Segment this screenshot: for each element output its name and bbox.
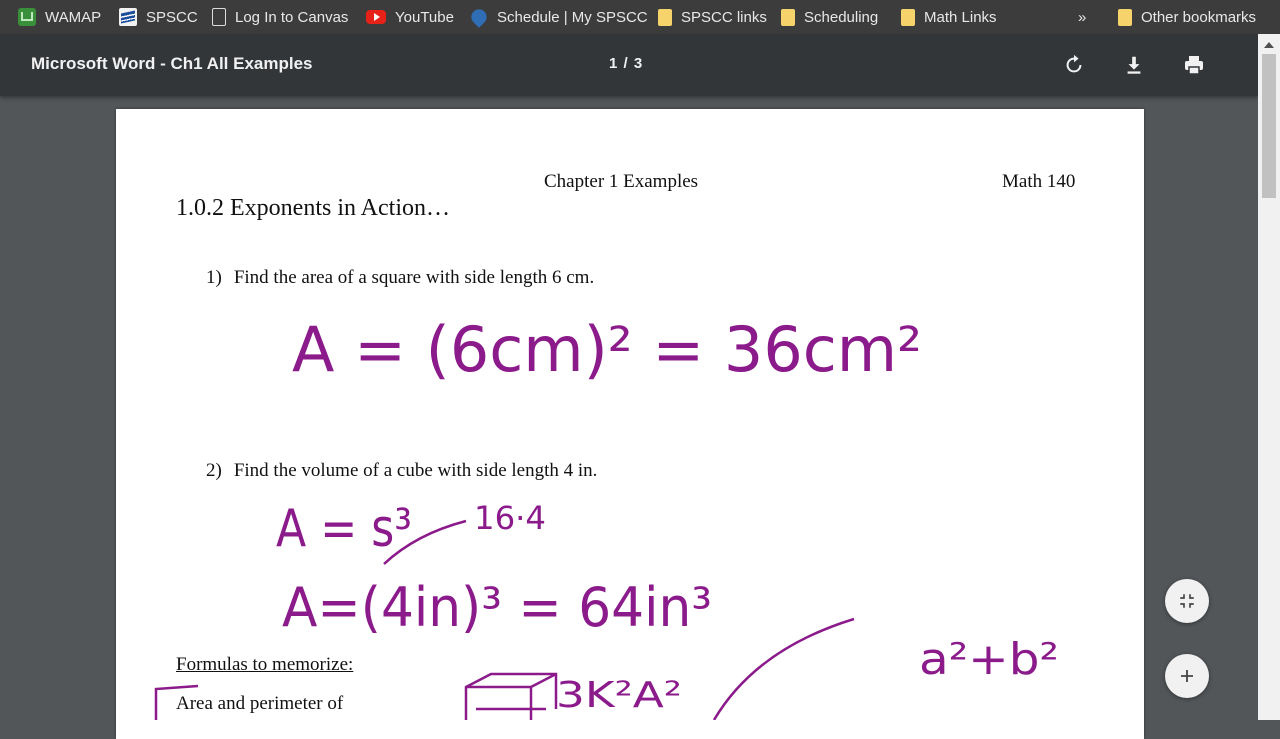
bookmark-spscc-links[interactable]: SPSCC links — [658, 0, 767, 34]
wamap-icon — [18, 8, 36, 26]
question-text: Find the area of a square with side leng… — [233, 267, 595, 288]
handwritten-equation-1: A = (6cm)² = 36cm² — [292, 313, 922, 386]
bookmark-scheduling[interactable]: Scheduling — [781, 0, 878, 34]
area-perimeter-text: Area and perimeter of — [176, 693, 344, 714]
plus-icon — [1181, 670, 1193, 682]
scroll-up-arrow-icon[interactable] — [1264, 42, 1274, 48]
document-title: Microsoft Word - Ch1 All Examples — [31, 54, 313, 73]
print-icon — [1185, 56, 1203, 75]
bookmark-label: SPSCC — [146, 8, 198, 26]
question-number: 2) — [206, 460, 222, 481]
zoom-in-button[interactable] — [1165, 654, 1209, 698]
bookmark-spscc[interactable]: SPSCC — [119, 0, 198, 34]
scroll-thumb[interactable] — [1262, 54, 1276, 198]
print-button[interactable] — [1179, 50, 1209, 80]
page-indicator: 1 / 3 — [609, 55, 644, 72]
bookmarks-overflow-button[interactable]: » — [1078, 0, 1086, 34]
scrollbar[interactable] — [1258, 34, 1280, 720]
rotate-button[interactable] — [1059, 50, 1089, 80]
handwritten-box-sketch — [464, 672, 558, 720]
formulas-heading: Formulas to memorize: — [176, 654, 354, 675]
download-button[interactable] — [1119, 50, 1149, 80]
fit-to-page-button[interactable] — [1165, 579, 1209, 623]
fit-page-icon — [1180, 594, 1194, 608]
handwritten-formula-volume: A = s³ — [276, 499, 412, 559]
other-bookmarks-label: Other bookmarks — [1141, 8, 1257, 26]
youtube-icon — [366, 10, 386, 24]
section-title: 1.0.2 Exponents in Action… — [176, 195, 450, 221]
bookmark-label: Schedule | My SPSCC — [497, 8, 648, 26]
question-text: Find the volume of a cube with side leng… — [233, 460, 598, 481]
bookmark-youtube[interactable]: YouTube — [366, 0, 454, 34]
header-course: Math 140 — [1002, 171, 1076, 192]
pdf-page: Chapter 1 Examples Math 140 1.0.2 Expone… — [116, 109, 1144, 739]
header-chapter: Chapter 1 Examples — [544, 171, 699, 192]
bookmark-label: Math Links — [924, 8, 997, 26]
folder-icon — [781, 8, 795, 26]
question-number: 1) — [206, 267, 222, 288]
question-2: 2) Find the volume of a cube with side le… — [206, 460, 597, 482]
spscc-icon — [119, 8, 137, 26]
bookmark-wamap[interactable]: WAMAP — [18, 0, 101, 34]
handwritten-stroke — [383, 519, 467, 565]
handwritten-pythagorean: a²+b² — [919, 634, 1059, 685]
handwritten-note: 16·4 — [474, 499, 546, 537]
pdf-toolbar: Microsoft Word - Ch1 All Examples 1 / 3 — [0, 34, 1258, 96]
rotate-icon — [1066, 54, 1082, 73]
folder-icon — [658, 8, 672, 26]
bookmark-label: SPSCC links — [681, 8, 767, 26]
folder-icon — [1118, 8, 1132, 26]
download-icon — [1127, 56, 1141, 74]
bookmark-label: WAMAP — [45, 8, 102, 26]
handwritten-stroke — [712, 617, 855, 720]
bookmark-label: Log In to Canvas — [235, 8, 349, 26]
page-icon — [212, 8, 226, 26]
other-bookmarks[interactable]: Other bookmarks — [1118, 0, 1256, 34]
bookmarks-bar: WAMAP SPSCC Log In to Canvas YouTube Sch… — [0, 0, 1280, 34]
bookmark-label: Scheduling — [804, 8, 879, 26]
handwritten-equation-2: A=(4in)³ = 64in³ — [282, 576, 712, 639]
question-1: 1) Find the area of a square with side le… — [206, 267, 594, 289]
drupal-icon — [468, 6, 490, 28]
folder-icon — [901, 8, 915, 26]
handwritten-sketch-label: 3K²A² — [556, 675, 682, 716]
bookmark-schedule[interactable]: Schedule | My SPSCC — [468, 0, 648, 34]
bookmark-math-links[interactable]: Math Links — [901, 0, 997, 34]
bookmark-label: YouTube — [395, 8, 454, 26]
bookmark-canvas[interactable]: Log In to Canvas — [212, 0, 348, 34]
